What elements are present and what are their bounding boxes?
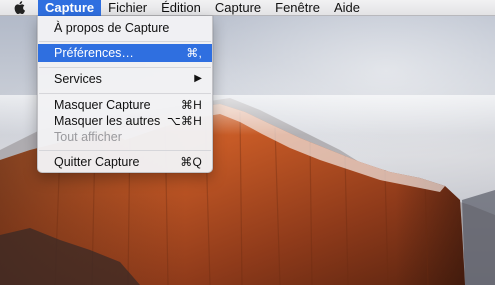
menu-separator	[39, 150, 211, 151]
menu-separator	[39, 41, 211, 42]
menu-item-services-label: Services	[54, 72, 102, 86]
menu-item-show-all: Tout afficher	[38, 128, 212, 146]
apple-menu-button[interactable]	[0, 0, 38, 16]
menu-item-show-all-label: Tout afficher	[54, 130, 122, 144]
menu-item-preferences[interactable]: Préférences… ⌘,	[38, 44, 212, 62]
submenu-arrow-icon: ▶	[194, 73, 202, 84]
menu-fenetre[interactable]: Fenêtre	[268, 0, 327, 16]
menu-item-quit-label: Quitter Capture	[54, 155, 140, 169]
menu-item-quit[interactable]: Quitter Capture ⌘Q	[38, 153, 212, 171]
app-menu-dropdown: À propos de Capture Préférences… ⌘, Serv…	[37, 16, 213, 173]
menu-aide[interactable]: Aide	[327, 0, 367, 16]
quit-shortcut: ⌘Q	[180, 155, 202, 169]
menu-separator	[39, 93, 211, 94]
menu-capture-app[interactable]: Capture	[38, 0, 102, 16]
menu-item-about[interactable]: À propos de Capture	[38, 19, 212, 37]
menu-item-preferences-label: Préférences…	[54, 46, 134, 60]
menu-capture[interactable]: Capture	[208, 0, 268, 16]
preferences-shortcut: ⌘,	[186, 46, 202, 60]
apple-logo-icon	[14, 1, 25, 14]
menu-item-about-label: À propos de Capture	[54, 21, 170, 35]
menu-item-services[interactable]: Services ▶	[38, 70, 212, 88]
menu-edition[interactable]: Édition	[154, 0, 208, 16]
menu-bar: Capture Fichier Édition Capture Fenêtre …	[0, 0, 495, 16]
menu-separator	[39, 67, 211, 68]
menu-fichier[interactable]: Fichier	[101, 0, 154, 16]
